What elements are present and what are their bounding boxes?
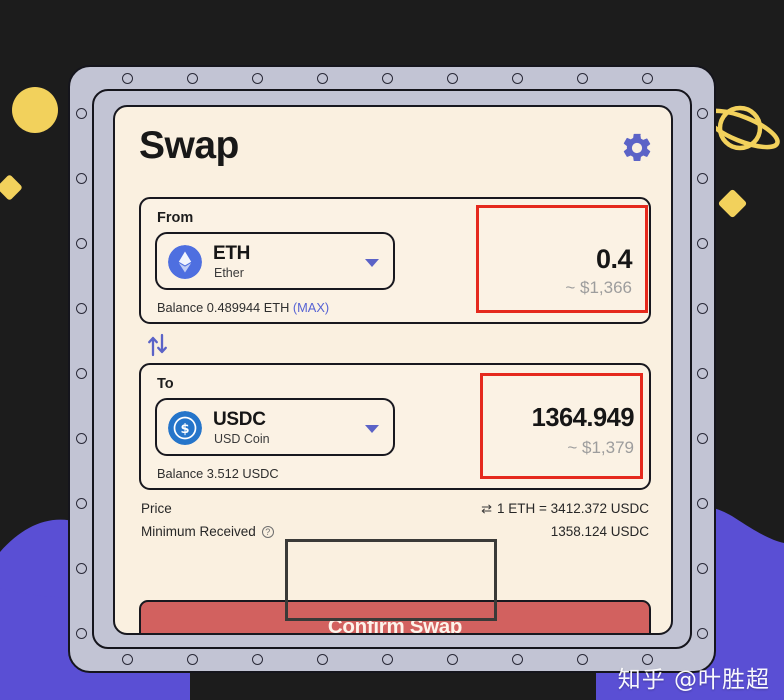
frame-rivet (577, 73, 588, 84)
to-balance: Balance 3.512 USDC (157, 466, 279, 481)
frame-rivet (512, 654, 523, 665)
settings-gear-button[interactable] (620, 131, 654, 165)
frame-rivet (187, 654, 198, 665)
frame-rivet (512, 73, 523, 84)
from-token-selector[interactable]: ETH Ether (155, 232, 395, 290)
frame-rivet (122, 73, 133, 84)
from-amount-usd: ~ $1,366 (565, 278, 632, 297)
swap-vertical-arrows-icon (148, 333, 167, 357)
frame-rivet (76, 368, 87, 379)
gear-icon (623, 133, 651, 162)
eth-token-icon (168, 245, 202, 279)
from-amount-input[interactable]: 0.4 ~ $1,366 (476, 205, 648, 313)
minimum-received-value: 1358.124 USDC (550, 524, 649, 539)
price-row: Price ⇄ 1 ETH = 3412.372 USDC (139, 501, 651, 524)
to-amount-input[interactable]: 1364.949 ~ $1,379 (480, 373, 643, 479)
svg-text:$: $ (180, 422, 189, 437)
frame-rivet (76, 498, 87, 509)
confirm-swap-button[interactable]: Confirm Swap (139, 600, 651, 633)
frame-rivet (187, 73, 198, 84)
chevron-down-icon (365, 425, 379, 433)
max-button[interactable]: (MAX) (293, 300, 329, 315)
price-value: 1 ETH = 3412.372 USDC (497, 501, 649, 516)
to-token-symbol: USDC (213, 409, 266, 430)
frame-rivet (697, 303, 708, 314)
frame-rivet (642, 73, 653, 84)
from-token-name: Ether (214, 266, 244, 280)
from-balance: Balance 0.489944 ETH (MAX) (157, 300, 329, 315)
frame-rivet (76, 433, 87, 444)
frame-rivet (697, 433, 708, 444)
minimum-received-label: Minimum Received (141, 524, 256, 539)
frame-rivet (447, 73, 458, 84)
frame-rivet (76, 303, 87, 314)
to-label: To (157, 376, 174, 392)
frame-rivet (76, 238, 87, 249)
frame-rivet (122, 654, 133, 665)
to-amount-usd: ~ $1,379 (567, 438, 634, 457)
to-token-name: USD Coin (214, 432, 270, 446)
minimum-received-row: Minimum Received? 1358.124 USDC (139, 524, 651, 547)
minimum-received-label-wrap: Minimum Received? (141, 524, 274, 539)
swap-direction-button[interactable] (143, 331, 173, 359)
frame-rivet (76, 628, 87, 639)
frame-rivet (382, 654, 393, 665)
page-title: Swap (139, 124, 239, 167)
frame-rivet (382, 73, 393, 84)
frame-rivet (697, 628, 708, 639)
from-panel: From ETH Ether Balance 0.489944 ETH (MAX… (139, 197, 651, 324)
from-balance-text: Balance 0.489944 ETH (157, 300, 293, 315)
frame-rivet (697, 108, 708, 119)
frame-rivet (76, 563, 87, 574)
frame-rivet (697, 368, 708, 379)
from-amount-value: 0.4 (595, 244, 633, 274)
watermark: 知乎 @叶胜超 (617, 667, 770, 693)
frame-rivet (447, 654, 458, 665)
frame-rivet (252, 73, 263, 84)
device-outer-frame: Swap From ETH Ether Balance 0.489944 ETH… (68, 65, 716, 673)
question-mark-icon[interactable]: ? (261, 526, 274, 538)
to-panel: To $ USDC USD Coin Balance 3.512 USDC 13… (139, 363, 651, 490)
from-label: From (157, 210, 194, 226)
decor-circle-yellow (12, 87, 58, 133)
frame-rivet (76, 173, 87, 184)
to-token-selector[interactable]: $ USDC USD Coin (155, 398, 395, 456)
frame-rivet (317, 73, 328, 84)
from-token-symbol: ETH (213, 243, 251, 264)
frame-rivet (577, 654, 588, 665)
frame-rivet (697, 498, 708, 509)
frame-rivet (252, 654, 263, 665)
swap-details: Price ⇄ 1 ETH = 3412.372 USDC Minimum Rec… (139, 501, 651, 547)
frame-rivet (697, 173, 708, 184)
frame-rivet (317, 654, 328, 665)
price-label: Price (141, 501, 172, 516)
frame-rivet (76, 108, 87, 119)
frame-rivet (697, 238, 708, 249)
usdc-token-icon: $ (168, 411, 202, 445)
rate-toggle-icon[interactable]: ⇄ (481, 501, 492, 517)
price-value-wrap[interactable]: ⇄ 1 ETH = 3412.372 USDC (481, 501, 649, 517)
to-amount-value: 1364.949 (531, 404, 635, 432)
card-header: Swap (115, 107, 671, 195)
swap-card: Swap From ETH Ether Balance 0.489944 ETH… (113, 105, 673, 635)
chevron-down-icon (365, 259, 379, 267)
frame-rivet (697, 563, 708, 574)
